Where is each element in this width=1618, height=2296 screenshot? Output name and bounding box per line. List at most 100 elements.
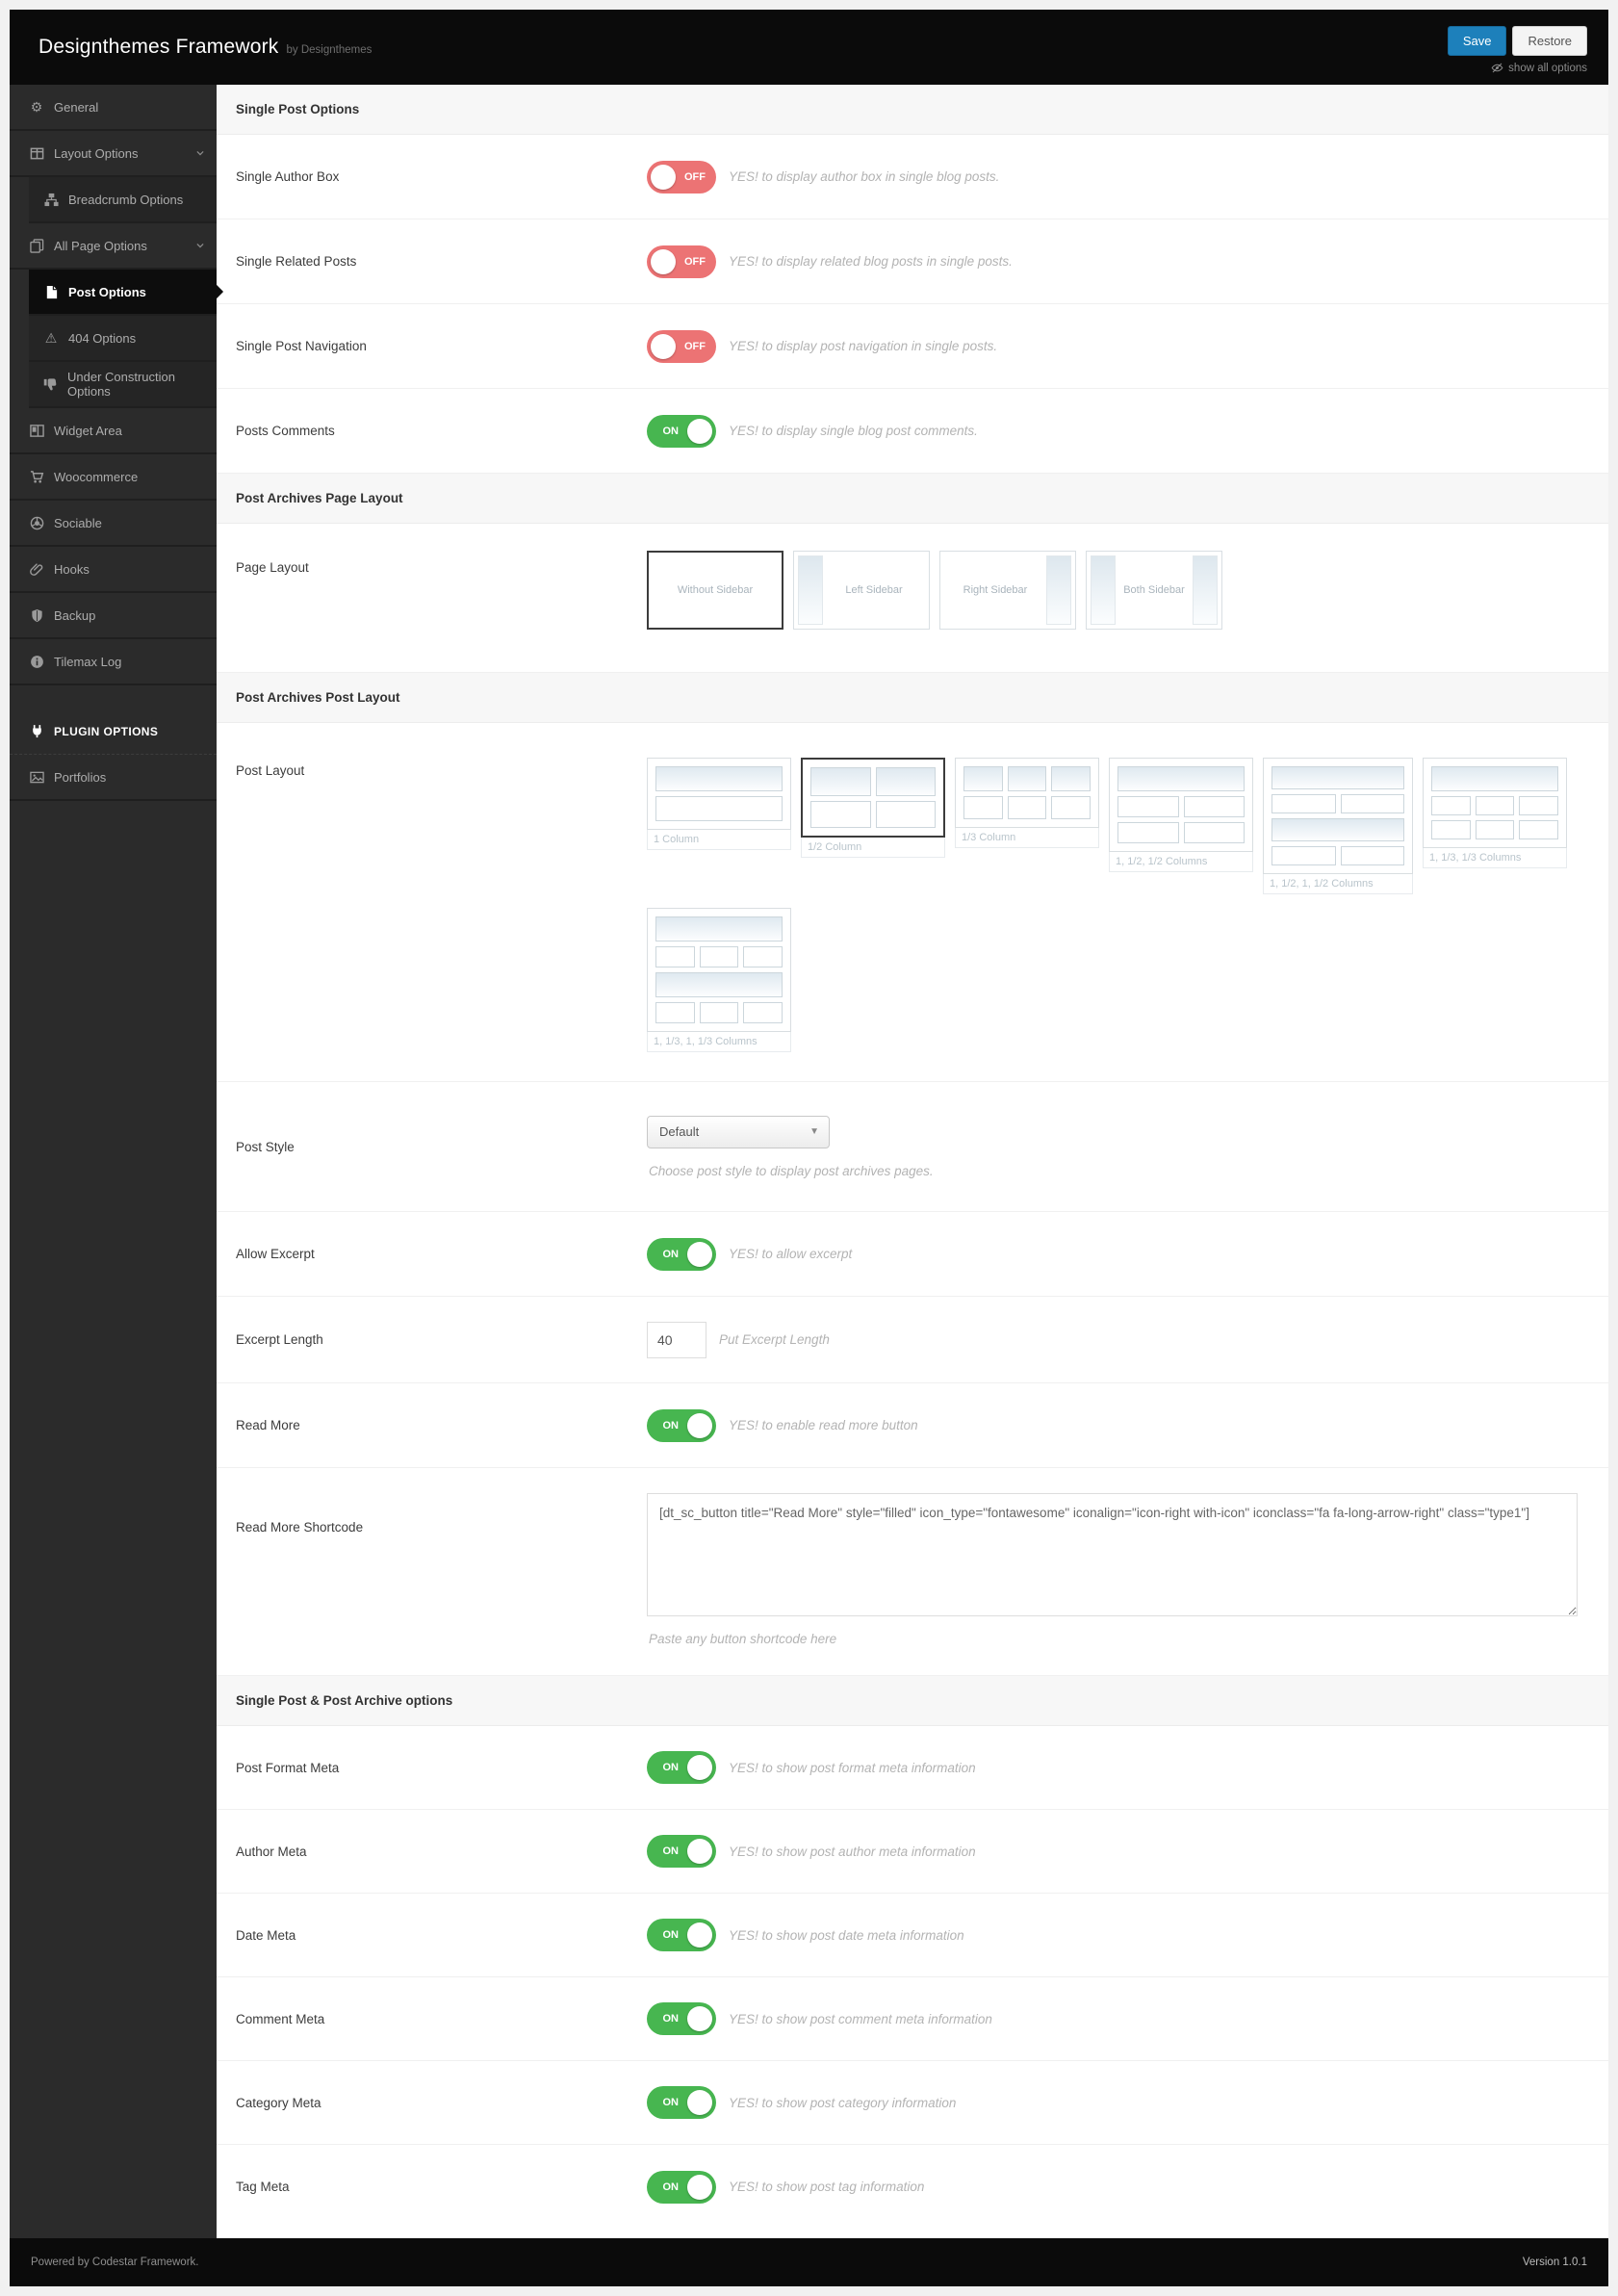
app-window: Designthemes Framework by Designthemes S…	[10, 10, 1608, 2286]
sidebar-item-404-options[interactable]: ⚠ 404 Options	[29, 316, 217, 362]
setting-note: Put Excerpt Length	[719, 1332, 830, 1347]
sidebar-item-label: Backup	[54, 607, 96, 623]
paperclip-icon	[29, 562, 44, 577]
eye-slash-icon	[1491, 62, 1503, 74]
setting-row-date-meta: Date Meta ON YES! to show post date meta…	[217, 1894, 1608, 1977]
toggle-knob	[651, 333, 676, 359]
post-layout-option-1-third-1-third[interactable]: 1, 1/3, 1, 1/3 Columns	[647, 908, 791, 1052]
toggle-state-label: OFF	[684, 340, 706, 352]
sidebar-item-breadcrumb-options[interactable]: Breadcrumb Options	[29, 177, 217, 223]
tag-meta-toggle[interactable]: ON	[647, 2170, 716, 2204]
setting-label: Post Format Meta	[236, 1760, 340, 1775]
show-all-options-link[interactable]: show all options	[1491, 62, 1587, 74]
section-header-post-archives-post-layout: Post Archives Post Layout	[217, 673, 1608, 723]
setting-label: Comment Meta	[236, 2011, 325, 2026]
thumb-label: 1/3 Column	[955, 828, 1099, 848]
sidebar-item-layout-options[interactable]: Layout Options	[10, 131, 217, 177]
page-layout-option-both-sidebar[interactable]: Both Sidebar	[1086, 551, 1222, 630]
setting-label: Allow Excerpt	[236, 1247, 315, 1261]
setting-note: YES! to show post comment meta informati…	[729, 2011, 992, 2026]
sidebar-strip	[798, 555, 823, 625]
setting-label: Single Post Navigation	[236, 339, 367, 353]
page-layout-option-left-sidebar[interactable]: Left Sidebar	[793, 551, 930, 630]
setting-note: Paste any button shortcode here	[649, 1632, 837, 1646]
plug-icon	[29, 724, 44, 738]
setting-row-single-related-posts: Single Related Posts OFF YES! to display…	[217, 219, 1608, 304]
single-author-box-toggle[interactable]: OFF	[647, 160, 716, 193]
read-more-toggle[interactable]: ON	[647, 1408, 716, 1442]
single-post-navigation-toggle[interactable]: OFF	[647, 329, 716, 363]
setting-row-allow-excerpt: Allow Excerpt ON YES! to allow excerpt	[217, 1212, 1608, 1297]
setting-label: Date Meta	[236, 1927, 296, 1943]
caret-down-icon: ▼	[809, 1126, 819, 1137]
page-layout-option-right-sidebar[interactable]: Right Sidebar	[939, 551, 1076, 630]
read-more-shortcode-textarea[interactable]: [dt_sc_button title="Read More" style="f…	[647, 1493, 1578, 1616]
single-related-posts-toggle[interactable]: OFF	[647, 245, 716, 278]
title-wrap: Designthemes Framework by Designthemes	[39, 36, 372, 59]
post-layout-option-1-half-half[interactable]: 1, 1/2, 1/2 Columns	[1109, 758, 1253, 872]
setting-row-single-author-box: Single Author Box OFF YES! to display au…	[217, 135, 1608, 219]
setting-note: YES! to show post format meta informatio…	[729, 1760, 976, 1775]
post-layout-option-1-half-1-half[interactable]: 1, 1/2, 1, 1/2 Columns	[1263, 758, 1413, 894]
sidebar-item-all-page-options[interactable]: All Page Options	[10, 223, 217, 270]
thumb-label: 1, 1/3, 1, 1/3 Columns	[647, 1032, 791, 1052]
sidebar-item-general[interactable]: ⚙ General	[10, 85, 217, 131]
date-meta-toggle[interactable]: ON	[647, 1919, 716, 1951]
thumb-label: Left Sidebar	[845, 583, 903, 596]
comment-meta-toggle[interactable]: ON	[647, 2002, 716, 2035]
select-value: Default	[659, 1124, 700, 1139]
header-actions: Save Restore show all options	[1447, 20, 1587, 74]
setting-row-comment-meta: Comment Meta ON YES! to show post commen…	[217, 1977, 1608, 2061]
chevron-down-icon	[195, 148, 205, 158]
sidebar-item-backup[interactable]: Backup	[10, 593, 217, 639]
setting-label: Tag Meta	[236, 2180, 290, 2194]
sidebar-item-woocommerce[interactable]: Woocommerce	[10, 454, 217, 501]
post-layout-option-1-column[interactable]: 1 Column	[647, 758, 791, 850]
sidebar-heading-label: PLUGIN OPTIONS	[54, 724, 159, 738]
columns-icon	[29, 146, 44, 161]
sidebar-item-label: Under Construction Options	[67, 370, 175, 399]
sidebar-item-widget-area[interactable]: Widget Area	[10, 408, 217, 454]
post-style-select[interactable]: Default ▼	[647, 1115, 830, 1148]
app-header: Designthemes Framework by Designthemes S…	[10, 10, 1608, 85]
sidebar-item-sociable[interactable]: Sociable	[10, 501, 217, 547]
restore-button[interactable]: Restore	[1512, 26, 1587, 56]
section-header-single-post-and-archive-options: Single Post & Post Archive options	[217, 1676, 1608, 1726]
setting-note: YES! to allow excerpt	[729, 1247, 853, 1261]
toggle-state-label: OFF	[684, 255, 706, 268]
post-layout-picker: 1 Column 1/2 Column 1/3 Column 1, 1/2, 1…	[647, 758, 1579, 1052]
post-layout-option-1-third-third[interactable]: 1, 1/3, 1/3 Columns	[1423, 758, 1567, 868]
widget-icon	[29, 424, 44, 438]
post-layout-option-half-column[interactable]: 1/2 Column	[801, 758, 945, 858]
sidebar-item-label: General	[54, 99, 99, 115]
save-button[interactable]: Save	[1447, 26, 1507, 56]
sidebar-item-tilemax-log[interactable]: Tilemax Log	[10, 639, 217, 685]
page-layout-picker: Without Sidebar Left Sidebar Right Sideb…	[647, 551, 1222, 630]
sidebar-heading-plugin-options[interactable]: PLUGIN OPTIONS	[10, 709, 217, 755]
toggle-knob	[687, 2174, 712, 2200]
setting-label: Post Layout	[236, 763, 305, 778]
sidebar-item-label: 404 Options	[68, 330, 137, 346]
excerpt-length-input[interactable]	[647, 1321, 706, 1358]
sidebar-item-label: Tilemax Log	[54, 654, 122, 669]
thumb-label: 1/2 Column	[801, 838, 945, 858]
post-format-meta-toggle[interactable]: ON	[647, 1751, 716, 1784]
toggle-state-label: ON	[662, 1419, 680, 1432]
setting-label: Read More	[236, 1418, 300, 1432]
section-header-single-post-options: Single Post Options	[217, 85, 1608, 135]
sidebar-item-label: Woocommerce	[54, 469, 139, 484]
post-layout-option-third-column[interactable]: 1/3 Column	[955, 758, 1099, 848]
sidebar-item-hooks[interactable]: Hooks	[10, 547, 217, 593]
sidebar-strip	[1046, 555, 1071, 625]
posts-comments-toggle[interactable]: ON	[647, 414, 716, 448]
page-layout-option-without-sidebar[interactable]: Without Sidebar	[647, 551, 783, 630]
author-meta-toggle[interactable]: ON	[647, 1835, 716, 1868]
sidebar-item-portfolios[interactable]: Portfolios	[10, 755, 217, 801]
setting-note: YES! to enable read more button	[729, 1418, 918, 1432]
sidebar-item-under-construction-options[interactable]: Under Construction Options	[29, 362, 217, 408]
toggle-state-label: ON	[662, 2097, 680, 2108]
warning-icon: ⚠	[44, 330, 58, 346]
sidebar-item-post-options[interactable]: Post Options	[29, 270, 217, 316]
allow-excerpt-toggle[interactable]: ON	[647, 1237, 716, 1271]
category-meta-toggle[interactable]: ON	[647, 2086, 716, 2119]
